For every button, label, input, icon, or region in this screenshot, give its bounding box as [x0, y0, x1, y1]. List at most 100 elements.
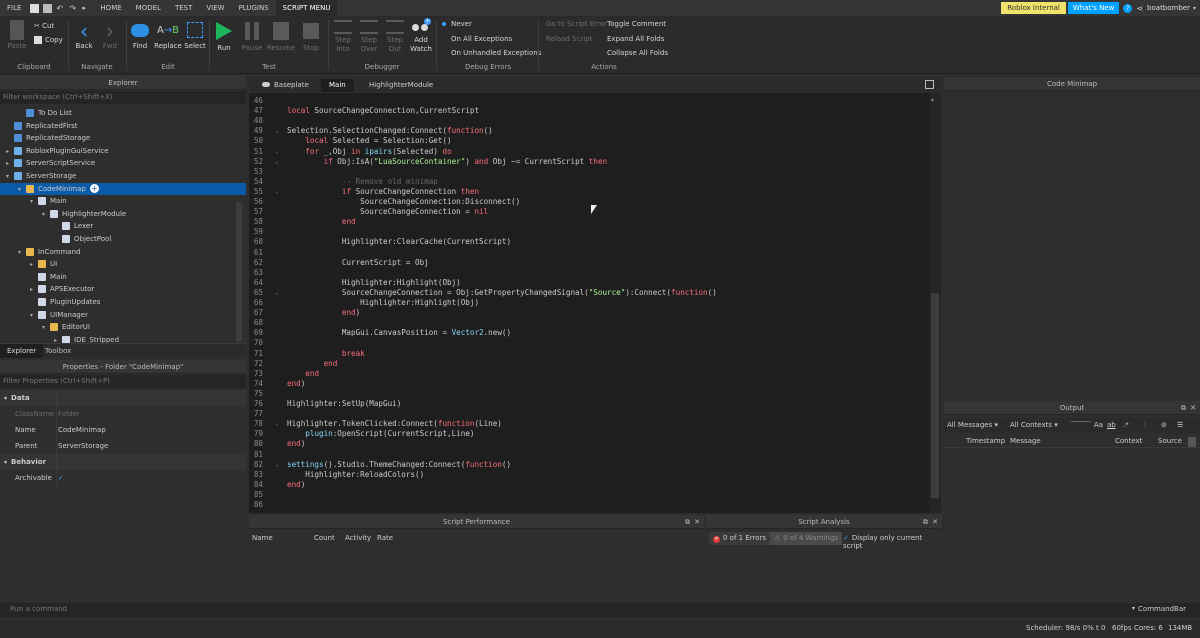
- code-line[interactable]: 67 end): [249, 308, 929, 318]
- fold-toggle-icon[interactable]: ⌄: [275, 288, 279, 298]
- menu-tab-test[interactable]: TEST: [168, 0, 199, 16]
- fold-toggle-icon[interactable]: ⌄: [275, 126, 279, 136]
- code-line[interactable]: 69 MapGui.CanvasPosition = Vector2.new(): [249, 328, 929, 338]
- code-line[interactable]: 71 break: [249, 349, 929, 359]
- menu-tab-file[interactable]: FILE: [0, 0, 28, 16]
- output-search-input[interactable]: [1071, 421, 1091, 422]
- cut-button[interactable]: ✂ Cut: [34, 22, 54, 30]
- properties-section-data[interactable]: ▾ Data: [0, 390, 246, 406]
- add-object-icon[interactable]: +: [89, 184, 99, 194]
- code-line[interactable]: 48: [249, 116, 929, 126]
- editor-tab-main[interactable]: Main: [321, 79, 354, 92]
- column-context[interactable]: Context: [1115, 437, 1142, 445]
- copy-button[interactable]: Copy: [34, 36, 63, 44]
- find-button[interactable]: Find: [128, 20, 152, 50]
- tree-item[interactable]: ▾ Main: [0, 195, 246, 208]
- checkbox-checked-icon[interactable]: ✓: [58, 470, 64, 486]
- code-line[interactable]: 61: [249, 248, 929, 258]
- close-icon[interactable]: ✕: [1190, 401, 1196, 415]
- code-line[interactable]: 64 Highlighter:Highlight(Obj): [249, 278, 929, 288]
- column-timestamp[interactable]: Timestamp: [966, 437, 1005, 445]
- goto-script-error-button[interactable]: Go to Script Error: [546, 20, 607, 28]
- chevron-down-icon[interactable]: ▾: [1132, 605, 1135, 612]
- property-value-name[interactable]: CodeMinimap: [58, 422, 106, 438]
- code-line[interactable]: 86: [249, 500, 929, 510]
- float-icon[interactable]: ⧉: [1181, 401, 1186, 415]
- fold-toggle-icon[interactable]: ⌄: [275, 460, 279, 470]
- close-icon[interactable]: ✕: [694, 515, 700, 529]
- filter-icon[interactable]: ⫶: [1144, 421, 1146, 430]
- scroll-up-icon[interactable]: ▴: [931, 96, 934, 103]
- fold-toggle-icon[interactable]: ⌄: [275, 419, 279, 429]
- back-button[interactable]: ‹ Back: [72, 20, 96, 50]
- code-line[interactable]: 83 Highlighter:ReloadColors(): [249, 470, 929, 480]
- code-line[interactable]: 70: [249, 338, 929, 348]
- play-icon[interactable]: ▸: [82, 4, 91, 13]
- code-line[interactable]: 60 Highlighter:ClearCache(CurrentScript): [249, 237, 929, 247]
- display-only-current-toggle[interactable]: ✓ Display only current script: [843, 534, 942, 550]
- undo-icon[interactable]: ↶: [56, 4, 65, 13]
- code-line[interactable]: 76 Highlighter:SetUp(MapGui): [249, 399, 929, 409]
- run-button[interactable]: Run: [213, 20, 235, 52]
- code-line[interactable]: 53: [249, 167, 929, 177]
- property-value-parent[interactable]: ServerStorage: [58, 438, 108, 454]
- stop-button[interactable]: Stop: [299, 20, 323, 52]
- user-name[interactable]: boatbomber: [1147, 4, 1190, 12]
- code-line[interactable]: 73 end: [249, 369, 929, 379]
- add-watch-button[interactable]: + Add Watch: [409, 18, 433, 54]
- explorer-scrollbar[interactable]: [236, 202, 242, 342]
- open-folder-icon[interactable]: [43, 3, 53, 13]
- share-icon[interactable]: ⋖: [1136, 4, 1143, 13]
- code-line[interactable]: 78 Highlighter.TokenClicked:Connect(funct…: [249, 419, 929, 429]
- code-line[interactable]: 63: [249, 268, 929, 278]
- paste-button[interactable]: Paste: [6, 20, 28, 50]
- code-line[interactable]: 81: [249, 450, 929, 460]
- redo-icon[interactable]: ↷: [69, 4, 78, 13]
- tree-item[interactable]: ▾ HighlighterModule: [0, 208, 246, 221]
- code-line[interactable]: 84 end): [249, 480, 929, 490]
- column-rate[interactable]: Rate: [377, 534, 393, 542]
- tree-item[interactable]: ▸ RobloxPluginGuiService: [0, 145, 246, 158]
- tree-item[interactable]: Main: [0, 271, 246, 284]
- code-line[interactable]: 65 SourceChangeConnection = Obj:GetPrope…: [249, 288, 929, 298]
- tree-item[interactable]: ▾ ServerStorage: [0, 170, 246, 183]
- tree-item[interactable]: ▸ APSExecutor: [0, 283, 246, 296]
- output-messages-area[interactable]: [944, 449, 1200, 599]
- debug-all-option[interactable]: On All Exceptions: [442, 35, 512, 43]
- properties-section-behavior[interactable]: ▾ Behavior: [0, 454, 246, 470]
- code-line[interactable]: 85: [249, 490, 929, 500]
- select-button[interactable]: Select: [184, 20, 206, 50]
- errors-filter-button[interactable]: ✕ 0 of 1 Errors: [709, 532, 771, 545]
- code-line[interactable]: 57 SourceChangeConnection = nil: [249, 207, 929, 217]
- regex-icon[interactable]: .*: [1123, 421, 1129, 429]
- code-line[interactable]: 74 end): [249, 379, 929, 389]
- tree-item[interactable]: ▾ UIManager: [0, 309, 246, 322]
- explorer-filter-input[interactable]: Filter workspace (Ctrl+Shift+X): [0, 91, 246, 104]
- code-line[interactable]: 56 SourceChangeConnection:Disconnect(): [249, 197, 929, 207]
- whole-word-icon[interactable]: ab: [1107, 421, 1116, 429]
- code-line[interactable]: 59: [249, 227, 929, 237]
- float-icon[interactable]: ⧉: [923, 515, 928, 529]
- code-line[interactable]: 79 plugin:OpenScript(CurrentScript,Line): [249, 429, 929, 439]
- command-input[interactable]: Run a command: [10, 605, 67, 613]
- float-icon[interactable]: ⧉: [685, 515, 690, 529]
- code-line[interactable]: 49 Selection.SelectionChanged:Connect(fun…: [249, 126, 929, 136]
- code-line[interactable]: 82 settings().Studio.ThemeChanged:Connect…: [249, 460, 929, 470]
- resume-button[interactable]: Resume: [267, 20, 295, 52]
- step-into-button[interactable]: Step Into: [331, 20, 355, 54]
- tab-explorer[interactable]: Explorer: [0, 344, 44, 358]
- expand-all-folds-button[interactable]: Expand All Folds: [607, 35, 664, 43]
- code-line[interactable]: 66 Highlighter:Highlight(Obj): [249, 298, 929, 308]
- code-line[interactable]: 47 local SourceChangeConnection,CurrentSc…: [249, 106, 929, 116]
- code-line[interactable]: 52 if Obj:IsA("LuaSourceContainer") and …: [249, 157, 929, 167]
- expand-editor-icon[interactable]: [925, 80, 934, 89]
- column-source[interactable]: Source: [1158, 437, 1182, 445]
- whats-new-button[interactable]: What's New: [1067, 2, 1120, 14]
- menu-tab-home[interactable]: HOME: [93, 0, 128, 16]
- match-case-icon[interactable]: Aa: [1094, 421, 1103, 429]
- help-icon[interactable]: ?: [1123, 3, 1133, 13]
- column-count[interactable]: Count: [314, 534, 335, 542]
- pause-button[interactable]: Pause: [240, 20, 264, 52]
- code-editor[interactable]: 46 47 local SourceChangeConnection,Current…: [249, 93, 929, 513]
- tree-item[interactable]: To Do List: [0, 107, 246, 120]
